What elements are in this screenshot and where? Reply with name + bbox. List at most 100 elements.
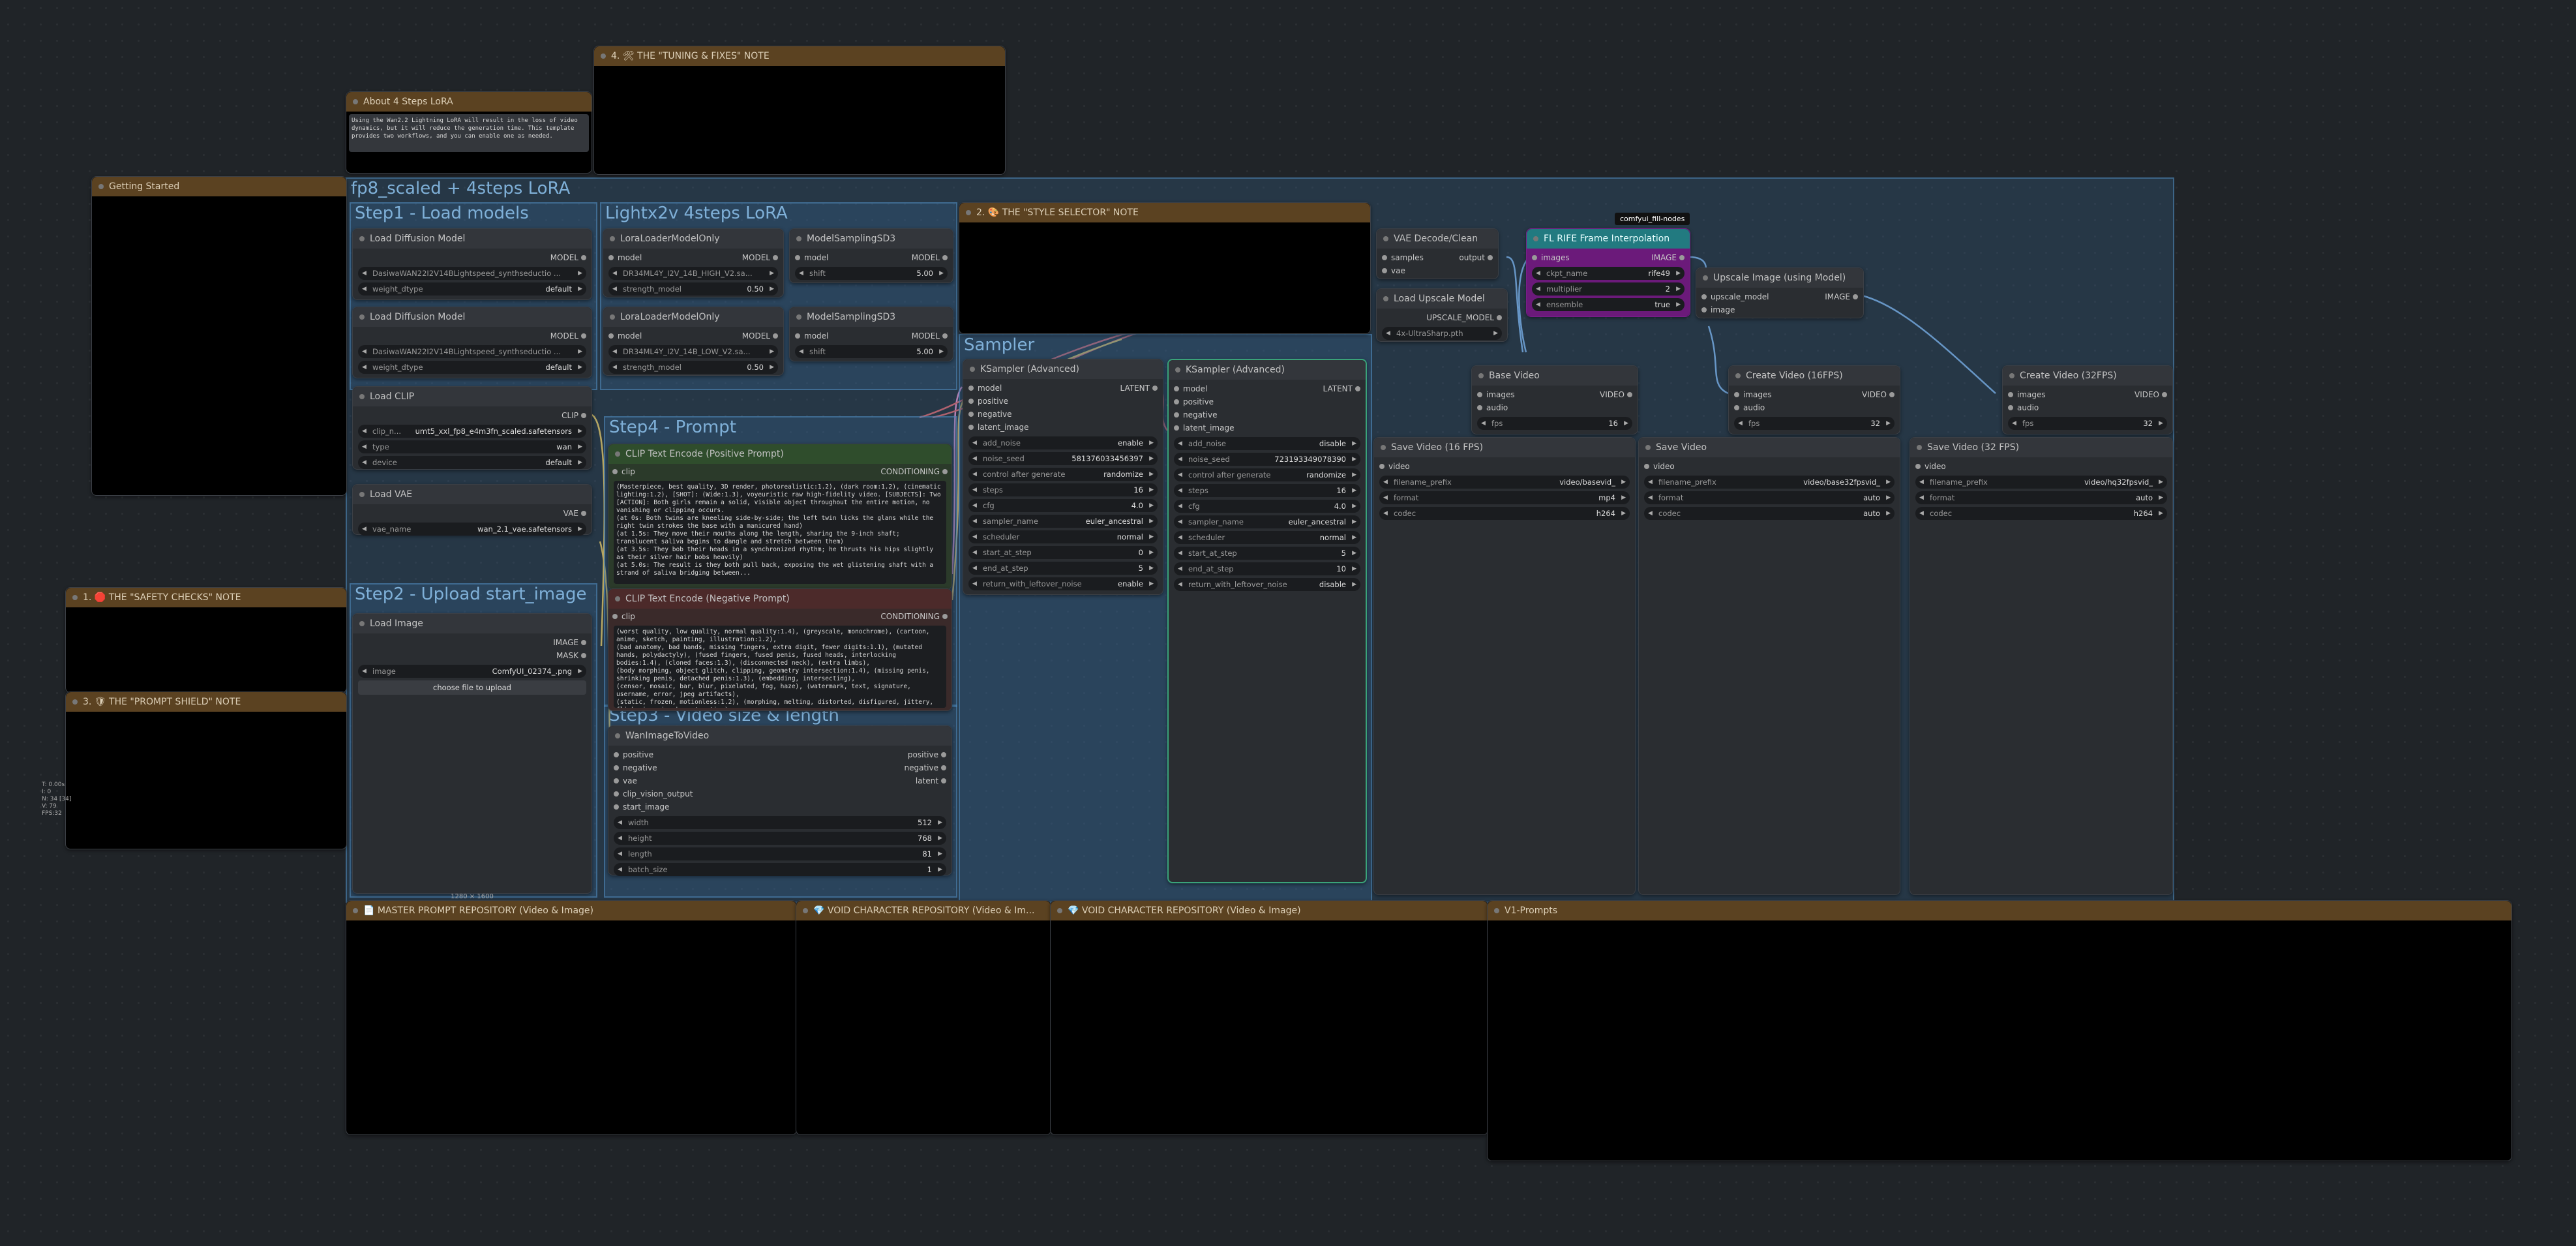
node-load-diffusion-1[interactable]: Load Diffusion Model MODEL DasiwaWAN22I2… — [352, 228, 592, 300]
slot-audio[interactable]: audio — [1476, 401, 1634, 414]
note-getting-started[interactable]: Getting Started — [91, 176, 347, 496]
note-safety[interactable]: 1. 🛑 THE "SAFETY CHECKS" NOTE — [65, 587, 347, 693]
node-vae-decode[interactable]: VAE Decode/Clean samples output vae — [1376, 228, 1499, 279]
note-shield[interactable]: 3. 🛡 THE "PROMPT SHIELD" NOTE — [65, 691, 347, 849]
image-widget[interactable]: image ComfyUI_02374_.png — [358, 665, 586, 678]
length-widget[interactable]: length 81 — [614, 847, 946, 860]
node-load-clip[interactable]: Load CLIP CLIP clip_n... umt5_xxl_fp8_e4m… — [352, 386, 592, 470]
slot-audio[interactable]: audio — [2007, 401, 2168, 414]
widget-format[interactable]: format auto — [1915, 491, 2167, 504]
weight-dtype-widget[interactable]: weight_dtype default — [358, 282, 586, 296]
widget-ensemble[interactable]: ensemble true — [1532, 298, 1685, 311]
slot-images[interactable]: images IMAGE — [1531, 251, 1686, 264]
node-load-diffusion-2[interactable]: Load Diffusion Model MODEL DasiwaWAN22I2… — [352, 307, 592, 378]
slot-negative[interactable]: negative negative — [612, 761, 948, 774]
shift-widget[interactable]: shift 5.00 — [795, 345, 948, 358]
widget-control-after-generate[interactable]: control after generate randomize — [968, 468, 1158, 481]
note-tuning[interactable]: 4. 🛠 THE "TUNING & FIXES" NOTE — [593, 46, 1006, 175]
slot-negative[interactable]: negative — [967, 408, 1159, 421]
slot-audio[interactable]: audio — [1733, 401, 1896, 414]
slot-image[interactable]: image — [1700, 303, 1859, 316]
widget-add-noise[interactable]: add_noise disable — [1174, 437, 1360, 450]
node-rife[interactable]: FL RIFE Frame Interpolation images IMAGE … — [1526, 228, 1690, 317]
slot-latent-image[interactable]: latent_image — [1173, 421, 1362, 434]
output-mask[interactable]: MASK — [357, 649, 588, 662]
unet-name-widget[interactable]: DasiwaWAN22I2V14BLightspeed_synthseducti… — [358, 345, 586, 358]
positive-text[interactable]: (Masterpiece, best quality, 3D render, p… — [614, 481, 946, 584]
node-save-video-32[interactable]: Save Video (32 FPS) video filename_prefi… — [1910, 437, 2173, 895]
type-widget[interactable]: type wan — [358, 440, 586, 453]
widget-format[interactable]: format mp4 — [1379, 491, 1630, 504]
note-master[interactable]: 📄 MASTER PROMPT REPOSITORY (Video & Imag… — [346, 900, 797, 1135]
note-void2[interactable]: 💎 VOID CHARACTER REPOSITORY (Video & Ima… — [1050, 900, 1488, 1135]
note-v1[interactable]: V1-Prompts — [1487, 900, 2512, 1161]
widget-filename-prefix[interactable]: filename_prefix video/hq32fpsvid_ — [1915, 476, 2167, 489]
vae-name-widget[interactable]: vae_name wan_2.1_vae.safetensors — [358, 523, 586, 536]
node-create-video-16[interactable]: Create Video (16FPS) images VIDEO audio f… — [1728, 365, 1900, 434]
slot-clip[interactable]: clip CONDITIONING — [611, 610, 949, 623]
widget-return-with-leftover-noise[interactable]: return_with_leftover_noise disable — [1174, 578, 1360, 591]
slot-samples[interactable]: samples output — [1381, 251, 1494, 264]
negative-text[interactable]: (worst quality, low quality, normal qual… — [614, 626, 946, 708]
widget-filename-prefix[interactable]: filename_prefix video/basevid_ — [1379, 476, 1630, 489]
slot-images[interactable]: images VIDEO — [1733, 388, 1896, 401]
widget-codec[interactable]: codec h264 — [1379, 507, 1630, 520]
width-widget[interactable]: width 512 — [614, 816, 946, 829]
weight-dtype-widget[interactable]: weight_dtype default — [358, 361, 586, 374]
widget-scheduler[interactable]: scheduler normal — [1174, 531, 1360, 544]
widget-start-at-step[interactable]: start_at_step 5 — [1174, 547, 1360, 560]
node-wan-image-to-video[interactable]: WanImageToVideo positive positive negativ… — [608, 725, 952, 876]
node-negative-prompt[interactable]: CLIP Text Encode (Negative Prompt) clip C… — [608, 588, 952, 711]
slot-model[interactable]: model LATENT — [967, 382, 1159, 395]
slot-clip-vision[interactable]: clip_vision_output — [612, 787, 948, 800]
node-modelsampling-1[interactable]: ModelSamplingSD3 model MODEL shift 5.00 — [789, 228, 953, 283]
batch-size-widget[interactable]: batch_size 1 — [614, 863, 946, 876]
widget-codec[interactable]: codec auto — [1644, 507, 1895, 520]
widget-add-noise[interactable]: add_noise enable — [968, 436, 1158, 449]
slot-latent-image[interactable]: latent_image — [967, 421, 1159, 434]
slot-images[interactable]: images VIDEO — [2007, 388, 2168, 401]
fps-widget[interactable]: fps 32 — [1734, 417, 1895, 430]
node-load-upscale-model[interactable]: Load Upscale Model UPSCALE_MODEL 4x-Ultr… — [1376, 288, 1508, 342]
widget-format[interactable]: format auto — [1644, 491, 1895, 504]
node-lora-low[interactable]: LoraLoaderModelOnly model MODEL DR34ML4Y_… — [603, 307, 784, 376]
widget-filename-prefix[interactable]: filename_prefix video/base32fpsvid_ — [1644, 476, 1895, 489]
model-name-widget[interactable]: 4x-UltraSharp.pth — [1382, 327, 1502, 340]
node-create-video-32[interactable]: Create Video (32FPS) images VIDEO audio f… — [2002, 365, 2173, 434]
note-about-text[interactable]: Using the Wan2.2 Lightning LoRA will res… — [349, 114, 589, 152]
widget-sampler-name[interactable]: sampler_name euler_ancestral — [1174, 515, 1360, 528]
output-clip[interactable]: CLIP — [357, 409, 588, 422]
widget-return-with-leftover-noise[interactable]: return_with_leftover_noise enable — [968, 577, 1158, 590]
fps-widget[interactable]: fps 32 — [2008, 417, 2167, 430]
fps-widget[interactable]: fps 16 — [1477, 417, 1632, 430]
node-modelsampling-2[interactable]: ModelSamplingSD3 model MODEL shift 5.00 — [789, 307, 953, 361]
slot-model[interactable]: model LATENT — [1173, 382, 1362, 395]
unet-name-widget[interactable]: DasiwaWAN22I2V14BLightspeed_synthseducti… — [358, 267, 586, 280]
widget-steps[interactable]: steps 16 — [968, 483, 1158, 496]
clip-name-widget[interactable]: clip_n... umt5_xxl_fp8_e4m3fn_scaled.safe… — [358, 425, 586, 438]
node-ksampler-2[interactable]: KSampler (Advanced) model LATENT positive… — [1167, 359, 1367, 883]
node-save-video-16[interactable]: Save Video (16 FPS) video filename_prefi… — [1373, 437, 1636, 895]
height-widget[interactable]: height 768 — [614, 832, 946, 845]
output-model[interactable]: MODEL — [357, 329, 588, 342]
node-upscale-image[interactable]: Upscale Image (using Model) upscale_mode… — [1696, 267, 1864, 318]
node-save-video[interactable]: Save Video video filename_prefix video/ba… — [1638, 437, 1900, 895]
widget-scheduler[interactable]: scheduler normal — [968, 530, 1158, 543]
widget-noise-seed[interactable]: noise_seed 723193349078390 — [1174, 453, 1360, 466]
node-lora-high[interactable]: LoraLoaderModelOnly model MODEL DR34ML4Y_… — [603, 228, 784, 297]
slot-video[interactable]: video — [1643, 460, 1896, 473]
slot-clip[interactable]: clip CONDITIONING — [611, 465, 949, 478]
slot-positive[interactable]: positive positive — [612, 748, 948, 761]
node-base-video[interactable]: Base Video images VIDEO audio fps 16 — [1471, 365, 1638, 434]
node-positive-prompt[interactable]: CLIP Text Encode (Positive Prompt) clip C… — [608, 444, 952, 590]
slot-video[interactable]: video — [1378, 460, 1631, 473]
upload-button[interactable]: choose file to upload — [358, 680, 586, 695]
slot-positive[interactable]: positive — [1173, 395, 1362, 408]
slot-model[interactable]: model MODEL — [607, 251, 779, 264]
output-image[interactable]: IMAGE — [357, 636, 588, 649]
lora-name-widget[interactable]: DR34ML4Y_I2V_14B_HIGH_V2.sa... — [608, 267, 778, 280]
note-style[interactable]: 2. 🎨 THE "STYLE SELECTOR" NOTE — [959, 202, 1371, 334]
widget-start-at-step[interactable]: start_at_step 0 — [968, 546, 1158, 559]
widget-multiplier[interactable]: multiplier 2 — [1532, 282, 1685, 296]
slot-negative[interactable]: negative — [1173, 408, 1362, 421]
